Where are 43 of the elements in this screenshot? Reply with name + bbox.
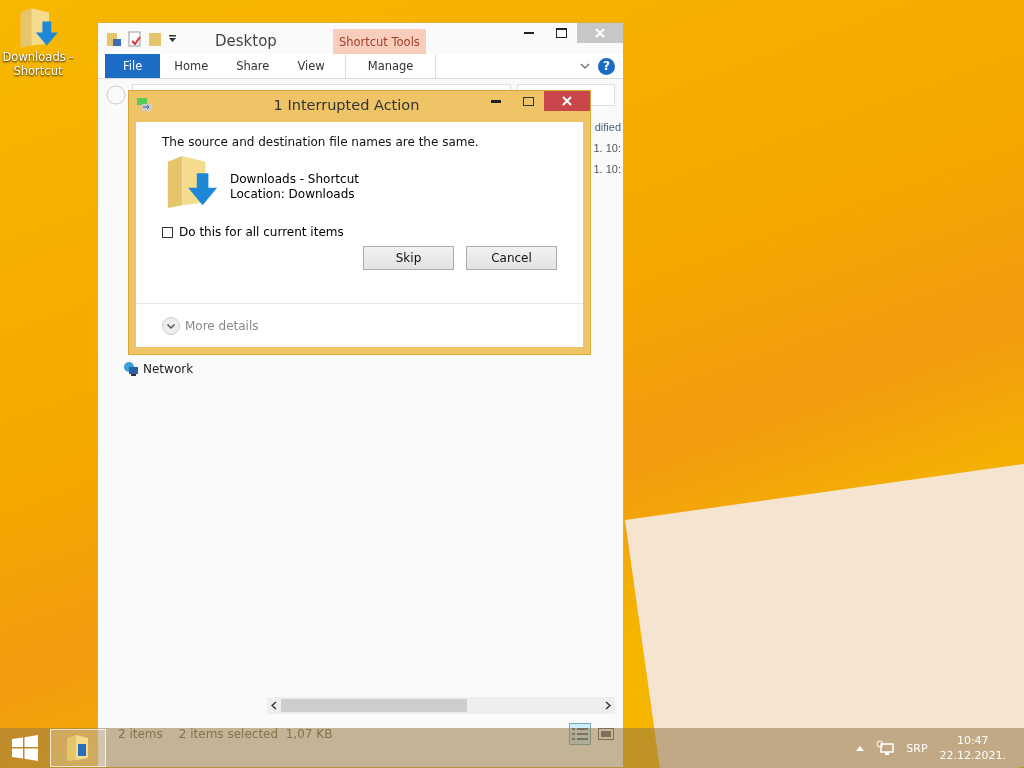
item-count: 2 items — [118, 727, 163, 741]
checkbox-label[interactable]: Do this for all current items — [179, 225, 344, 239]
chevron-icon[interactable] — [580, 62, 590, 70]
table-cell-text: 1. 10: — [593, 142, 622, 154]
table-cell-text: 1. 10: — [593, 163, 622, 175]
dialog-message: The source and destination file names are the same. — [162, 135, 480, 149]
close-button[interactable] — [544, 91, 590, 111]
properties-icon[interactable] — [128, 31, 142, 47]
dialog-title: 1 Interrupted Action — [272, 97, 421, 113]
icon-label: Downloads - Shortcut — [2, 50, 74, 78]
file-explorer-taskbar-button[interactable] — [50, 729, 106, 767]
dropdown-icon[interactable] — [168, 35, 177, 43]
skip-button[interactable]: Skip — [363, 246, 454, 270]
minimize-icon — [524, 31, 534, 35]
file-name: Downloads - Shortcut — [230, 172, 359, 187]
cancel-button[interactable]: Cancel — [466, 246, 557, 270]
file-tab[interactable]: File — [105, 54, 161, 78]
folder-icon[interactable] — [106, 31, 122, 47]
selection-info: 2 items selected 1,07 KB — [178, 727, 333, 741]
file-location: Location: Downloads — [230, 187, 356, 202]
nav-item[interactable]: Network — [143, 362, 194, 376]
details-view-button[interactable] — [569, 723, 591, 745]
maximize-icon — [555, 28, 567, 38]
close-icon — [595, 28, 605, 38]
close-icon — [562, 96, 572, 106]
ribbon-tab[interactable]: Home — [160, 54, 223, 78]
chevron-down-icon — [162, 316, 180, 335]
more-details-link[interactable]: More details — [185, 318, 259, 333]
window-title: Desktop — [215, 32, 277, 50]
details-view-icon — [572, 727, 588, 741]
column-header[interactable]: dified — [594, 121, 623, 133]
minimize-icon — [491, 99, 501, 103]
checkbox[interactable] — [162, 226, 173, 238]
scrollbar-thumb[interactable] — [281, 699, 467, 712]
expand-button[interactable] — [162, 316, 180, 335]
large-icons-view-icon — [598, 728, 614, 740]
ribbon-tab[interactable]: Share — [222, 54, 284, 78]
help-button[interactable]: ? — [598, 57, 615, 75]
up-triangle-icon — [856, 745, 865, 751]
windows-logo-icon — [12, 735, 38, 761]
file-operation-icon — [137, 98, 153, 112]
maximize-icon — [522, 96, 534, 106]
network-icon[interactable] — [123, 361, 139, 377]
